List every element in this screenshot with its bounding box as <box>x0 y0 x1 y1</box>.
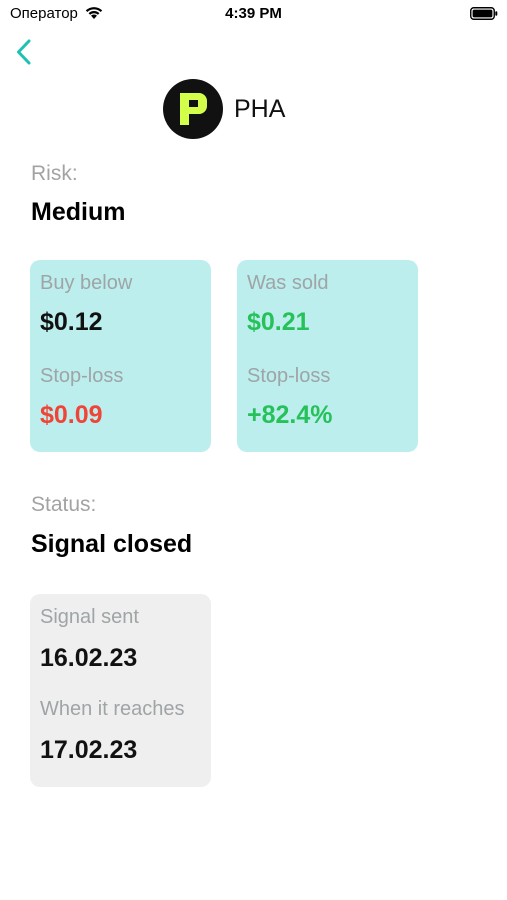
status-time: 4:39 PM <box>225 5 282 22</box>
when-reaches-value: 17.02.23 <box>40 736 138 764</box>
signal-detail-screen: Оператор 4:39 PM PHA Risk: Medium Buy be… <box>0 0 507 900</box>
pha-logo-icon <box>163 79 223 139</box>
change-percent-value: +82.4% <box>247 401 333 429</box>
buy-below-value: $0.12 <box>40 308 103 336</box>
risk-value: Medium <box>31 198 126 226</box>
result-card: Was sold $0.21 Stop-loss +82.4% <box>237 260 418 452</box>
status-bar: Оператор 4:39 PM <box>0 0 507 30</box>
was-sold-value: $0.21 <box>247 308 310 336</box>
signal-sent-label: Signal sent <box>40 606 139 628</box>
entry-card: Buy below $0.12 Stop-loss $0.09 <box>30 260 211 452</box>
back-chevron-icon[interactable] <box>10 36 40 68</box>
signal-sent-value: 16.02.23 <box>40 644 138 672</box>
status-label: Status: <box>31 493 97 516</box>
battery-icon <box>470 7 498 20</box>
status-value: Signal closed <box>31 530 193 558</box>
risk-label: Risk: <box>31 162 78 185</box>
result-stop-loss-label: Stop-loss <box>247 365 331 387</box>
buy-below-label: Buy below <box>40 272 133 294</box>
stop-loss-label: Stop-loss <box>40 365 124 387</box>
stop-loss-value: $0.09 <box>40 401 103 429</box>
dates-card: Signal sent 16.02.23 When it reaches 17.… <box>30 594 211 787</box>
when-reaches-label: When it reaches <box>40 698 185 720</box>
was-sold-label: Was sold <box>247 272 329 294</box>
token-symbol: PHA <box>234 95 286 123</box>
